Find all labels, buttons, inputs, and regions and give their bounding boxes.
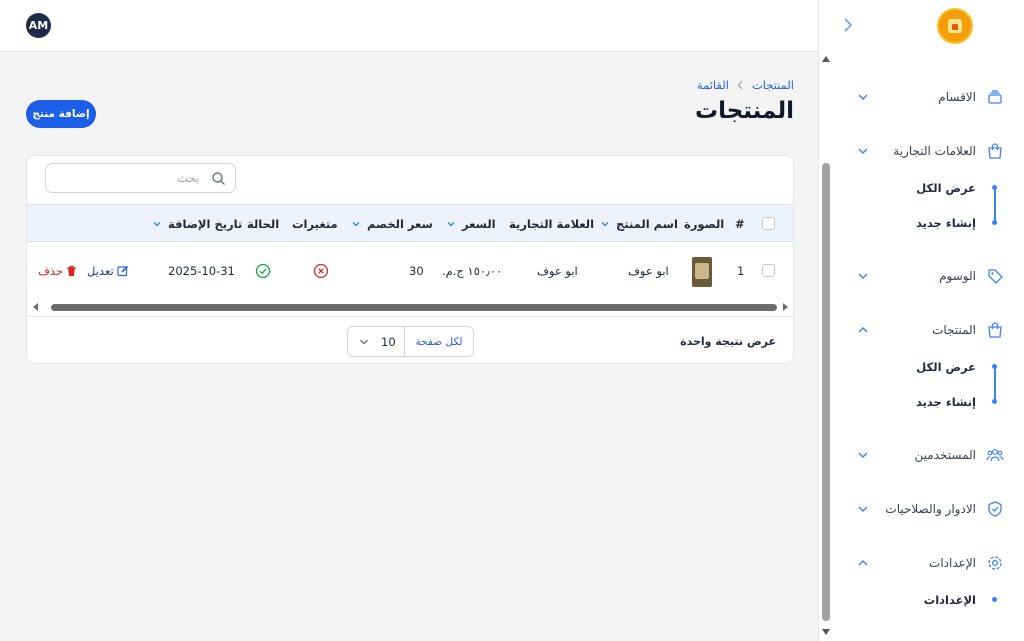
table-footer: عرض نتيجة واحدة لكل صفحة 10 xyxy=(27,316,793,363)
sidebar-item-roles[interactable]: الادوار والصلاحيات xyxy=(850,497,1010,523)
collapse-sidebar-button[interactable] xyxy=(838,13,858,37)
chevron-right-icon xyxy=(844,18,853,32)
scrollbar-thumb[interactable] xyxy=(51,304,777,311)
sidebar-subitem-products-create[interactable]: إنشاء جديد xyxy=(900,392,1010,412)
search-icon xyxy=(212,172,225,185)
per-page-select[interactable]: 10 xyxy=(348,327,405,356)
horizontal-scrollbar[interactable] xyxy=(27,299,793,315)
table-row: 1 ابو عوف ابو عوف ١٥٠٫٠٠ ج.م. 30 2025-10… xyxy=(27,242,793,299)
scroll-left-arrow[interactable] xyxy=(33,303,38,311)
delete-button[interactable]: حذف xyxy=(38,264,77,278)
sidebar-item-categories[interactable]: الاقسام xyxy=(850,85,1010,111)
sidebar-subitem-brands-create[interactable]: إنشاء جديد xyxy=(900,213,1010,233)
users-icon xyxy=(986,449,1004,462)
scroll-down-arrow[interactable] xyxy=(822,629,830,635)
app-logo[interactable] xyxy=(937,8,973,44)
sidebar-subitem-brands-all[interactable]: عرض الكل xyxy=(900,178,1010,198)
column-header-date[interactable]: تاريخ الإضافة xyxy=(152,217,242,231)
add-product-button[interactable]: إضافة منتج xyxy=(26,100,96,128)
sort-chevron-icon xyxy=(153,222,161,227)
edit-button[interactable]: تعديل xyxy=(87,264,129,278)
search-input[interactable] xyxy=(54,168,199,188)
sidebar-item-products[interactable]: المنتجات xyxy=(850,318,1010,344)
breadcrumb-item-products[interactable]: المنتجات xyxy=(752,78,794,92)
per-page-control: لكل صفحة 10 xyxy=(347,326,474,357)
row-checkbox[interactable] xyxy=(762,264,775,277)
chevron-down-icon xyxy=(360,339,368,345)
breadcrumb: المنتجات القائمة xyxy=(697,78,794,92)
cell-price: ١٥٠٫٠٠ ج.م. xyxy=(442,264,503,278)
sidebar-item-label: الادوار والصلاحيات xyxy=(885,502,976,516)
sidebar-item-brands[interactable]: العلامات التجارية xyxy=(850,139,1010,165)
table-header: # الصورة اسم المنتج العلامة التجارية الس… xyxy=(27,204,793,242)
shield-check-icon xyxy=(988,501,1002,517)
column-header-variants: متغيرات xyxy=(292,217,338,231)
cell-product-name: ابو عوف xyxy=(628,264,669,278)
column-header-status: الحالة xyxy=(247,217,280,231)
sidebar-item-label: العلامات التجارية xyxy=(893,144,976,158)
sort-chevron-icon xyxy=(447,222,455,227)
sidebar-item-users[interactable]: المستخدمين xyxy=(850,443,1010,469)
cell-brand: ابو عوف xyxy=(537,264,578,278)
sidebar-item-tags[interactable]: الوسوم xyxy=(850,264,1010,290)
chevron-down-icon xyxy=(858,148,868,154)
per-page-value: 10 xyxy=(381,335,396,349)
sidebar-subitem-settings[interactable]: الإعدادات xyxy=(900,590,1010,610)
tag-icon xyxy=(988,269,1003,284)
top-bar: AM xyxy=(0,0,818,52)
column-header-brand: العلامة التجارية xyxy=(509,217,595,231)
sidebar-item-label: المنتجات xyxy=(932,323,976,337)
cell-date-added: 2025-10-31 xyxy=(168,264,235,278)
sort-chevron-icon xyxy=(601,222,609,227)
sidebar-item-label: المستخدمين xyxy=(914,448,976,462)
breadcrumb-item-list[interactable]: القائمة xyxy=(697,78,729,92)
shopping-bag-icon xyxy=(988,143,1002,159)
chevron-down-icon xyxy=(858,273,868,279)
edit-icon xyxy=(117,265,128,277)
column-header-name[interactable]: اسم المنتج xyxy=(600,217,678,231)
cell-discount-price: 30 xyxy=(409,264,424,278)
sidebar-subitem-label: إنشاء جديد xyxy=(915,216,976,230)
results-count: عرض نتيجة واحدة xyxy=(680,335,776,348)
sidebar-scrollbar[interactable] xyxy=(822,163,830,621)
trash-icon xyxy=(67,265,77,276)
scroll-right-arrow[interactable] xyxy=(783,303,788,311)
product-thumbnail[interactable] xyxy=(692,257,712,287)
per-page-label: لكل صفحة xyxy=(404,327,473,356)
x-circle-icon xyxy=(313,263,329,279)
select-all-checkbox[interactable] xyxy=(762,217,775,230)
gear-icon xyxy=(988,556,1002,570)
chevron-up-icon xyxy=(858,327,868,333)
column-header-image: الصورة xyxy=(684,217,725,231)
sidebar-subitem-label: الإعدادات xyxy=(923,593,976,607)
column-header-price[interactable]: السعر xyxy=(446,217,496,231)
chevron-down-icon xyxy=(858,94,868,100)
sidebar-item-label: الوسوم xyxy=(939,269,976,283)
search-box[interactable] xyxy=(45,163,236,193)
sidebar-item-label: الإعدادات xyxy=(929,556,976,570)
chevron-down-icon xyxy=(858,452,868,458)
chevron-up-icon xyxy=(858,560,868,566)
cell-index: 1 xyxy=(737,264,745,278)
chevron-down-icon xyxy=(858,506,868,512)
column-header-index: # xyxy=(735,217,745,231)
sidebar-subitem-label: عرض الكل xyxy=(916,181,976,195)
products-table-card: # الصورة اسم المنتج العلامة التجارية الس… xyxy=(26,155,794,364)
sidebar-item-settings[interactable]: الإعدادات xyxy=(850,551,1010,577)
column-header-discount[interactable]: سعر الخصم xyxy=(351,217,433,231)
sidebar-subitem-label: عرض الكل xyxy=(916,360,976,374)
chevron-left-icon xyxy=(737,80,743,90)
check-circle-icon xyxy=(255,263,271,279)
page-title: المنتجات xyxy=(694,98,794,124)
sidebar-subitem-products-all[interactable]: عرض الكل xyxy=(900,357,1010,377)
sidebar-item-label: الاقسام xyxy=(938,90,976,104)
sort-chevron-icon xyxy=(352,222,360,227)
layers-icon xyxy=(988,90,1002,104)
sidebar-subitem-label: إنشاء جديد xyxy=(915,395,976,409)
scroll-up-arrow[interactable] xyxy=(822,56,830,62)
shopping-bag-icon xyxy=(988,322,1002,338)
avatar[interactable]: AM xyxy=(26,13,51,38)
